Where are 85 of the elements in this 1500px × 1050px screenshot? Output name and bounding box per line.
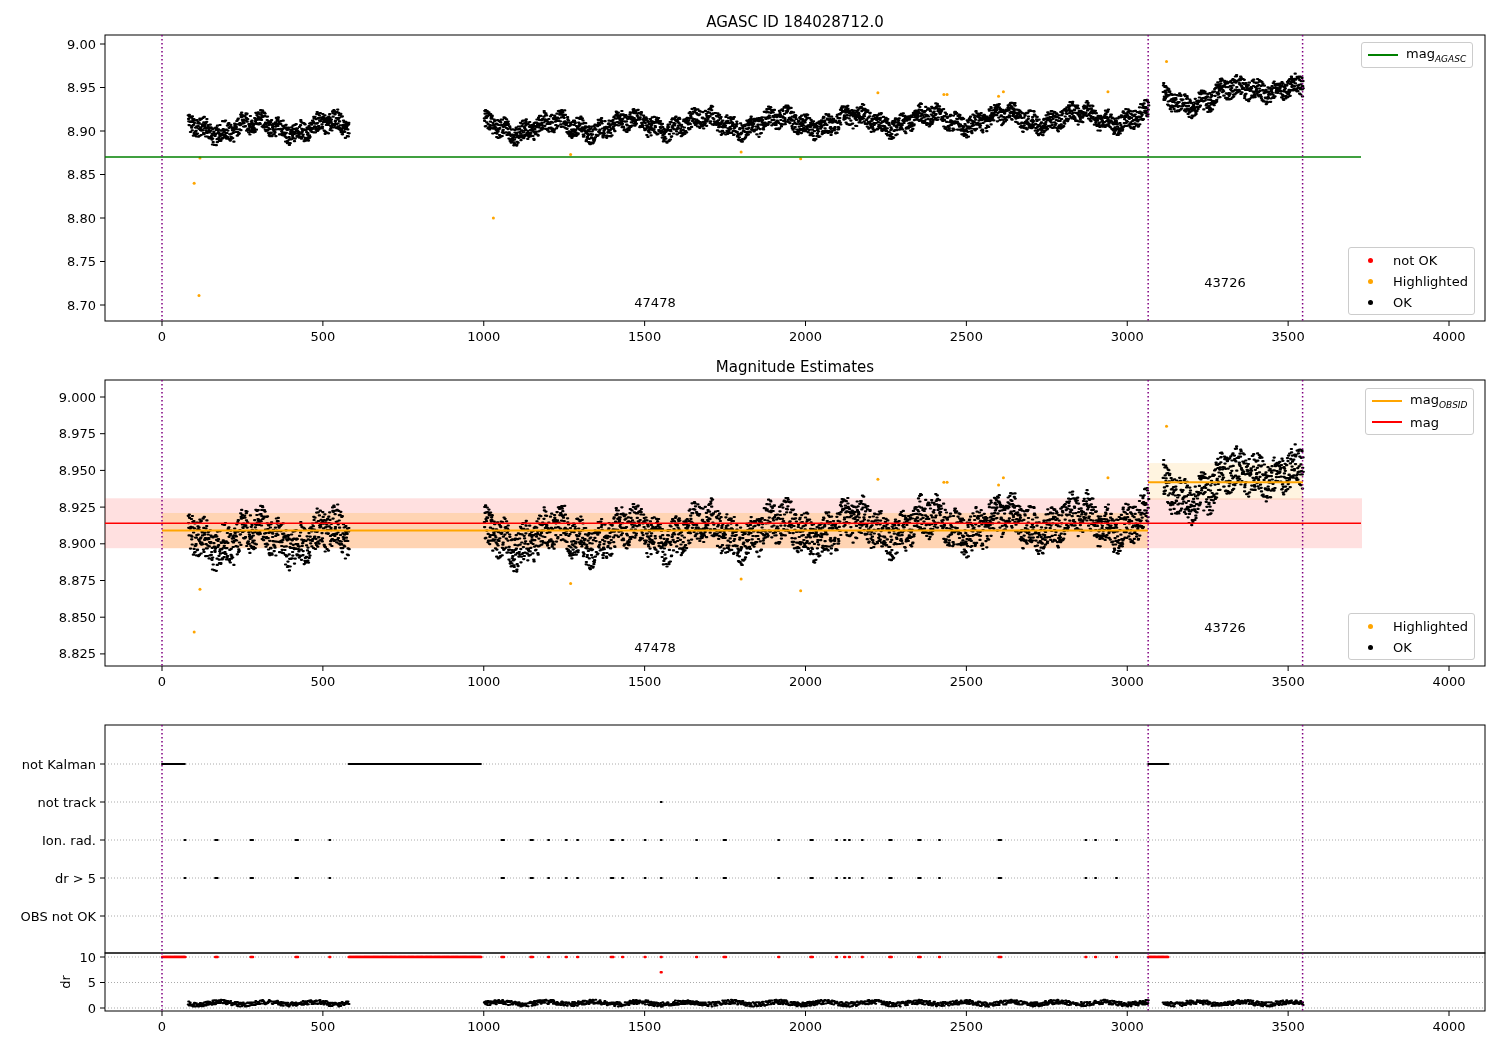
axis-tick-label: 500 xyxy=(310,674,336,689)
highlighted-point xyxy=(569,581,573,585)
axis-tick-label: 8.90 xyxy=(67,123,96,139)
axis-tick-label: 3500 xyxy=(1271,1019,1305,1034)
axis-tick-label: 500 xyxy=(310,329,336,344)
chart-title: Magnitude Estimates xyxy=(715,358,875,376)
highlighted-point xyxy=(1165,59,1168,63)
axis-tick-label: 4000 xyxy=(1432,674,1466,689)
axis-tick-label: 9.00 xyxy=(67,36,96,52)
highlighted-point xyxy=(1106,90,1110,94)
annotation-label: 47478 xyxy=(634,295,676,310)
axis-tick-label: 8.75 xyxy=(67,254,96,269)
axis-tick-label: 10 xyxy=(79,949,96,965)
axis-tick-label: 0 xyxy=(157,1019,167,1034)
axis-tick-label: 2000 xyxy=(788,674,823,689)
axis-tick-label: 5 xyxy=(87,975,96,990)
chart-title: AGASC ID 184028712.0 xyxy=(706,13,884,31)
highlighted-point xyxy=(876,91,880,95)
axis-tick-label: 8.95 xyxy=(67,80,96,95)
highlighted-point xyxy=(997,483,1001,487)
highlighted-point xyxy=(876,477,880,481)
axis-tick-label: 8.85 xyxy=(67,167,96,182)
axis-tick-label: 500 xyxy=(310,1019,336,1034)
annotation-label: 43726 xyxy=(1204,620,1246,635)
axis-tick-label: 2000 xyxy=(788,1019,823,1034)
axis-tick-label: 8.825 xyxy=(58,646,96,662)
axis-tick-label: 4000 xyxy=(1432,1019,1466,1034)
highlighted-point xyxy=(198,156,202,160)
axis-tick-label: Ion. rad. xyxy=(42,832,96,848)
axis-tick-label: not track xyxy=(37,794,96,810)
axis-tick-label: 9.000 xyxy=(58,389,96,405)
annotation-label: 43726 xyxy=(1204,275,1246,290)
axis-tick-label: 1000 xyxy=(467,674,501,689)
highlighted-point xyxy=(192,630,196,634)
axis-tick-label: 0 xyxy=(157,674,167,689)
axis-tick-label: 2500 xyxy=(949,674,983,689)
axis-tick-label: not Kalman xyxy=(21,756,96,772)
axis-tick-label: 1500 xyxy=(628,1019,662,1034)
highlighted-point xyxy=(1001,476,1005,480)
axis-tick-label: 3000 xyxy=(1110,674,1144,689)
highlighted-point xyxy=(197,293,201,297)
highlighted-point xyxy=(739,577,743,581)
axis-tick-label: 3500 xyxy=(1271,329,1305,344)
axis-tick-label: 1500 xyxy=(628,329,662,344)
axis-tick-label: 3000 xyxy=(1110,329,1144,344)
highlighted-point xyxy=(192,181,196,185)
axis-tick-label: 8.80 xyxy=(67,210,96,226)
axis-tick-label: 0 xyxy=(87,1000,96,1016)
legend-label: Highlighted xyxy=(1393,618,1468,634)
legend-label: Highlighted xyxy=(1393,273,1468,289)
highlighted-point xyxy=(799,589,803,593)
axis-tick-label: 3000 xyxy=(1110,1019,1144,1034)
axis-tick-label: 8.850 xyxy=(58,609,96,625)
legend-label: not OK xyxy=(1393,252,1438,268)
legend-label: OK xyxy=(1393,294,1412,310)
highlighted-point xyxy=(1106,476,1110,480)
axis-tick-label: dr > 5 xyxy=(54,870,96,886)
axis-tick-label: 8.70 xyxy=(67,297,96,313)
axis-tick-label: 2500 xyxy=(949,1019,983,1034)
axis-tick-label: OBS not OK xyxy=(20,908,96,924)
axis-tick-label: 0 xyxy=(157,329,167,344)
axis-tick-label: 2000 xyxy=(788,329,823,344)
highlighted-point xyxy=(198,587,202,591)
highlighted-point xyxy=(491,216,495,220)
legend-label: OK xyxy=(1393,639,1412,655)
axis-tick-label: 8.950 xyxy=(58,462,96,478)
highlighted-point xyxy=(739,150,743,154)
axis-tick-label: 1500 xyxy=(628,674,662,689)
highlighted-point xyxy=(799,157,803,161)
legend-label: mag xyxy=(1410,414,1439,430)
axis-tick-label: 8.975 xyxy=(58,426,96,442)
axis-tick-label: 8.925 xyxy=(58,499,96,515)
axis-tick-label: 3500 xyxy=(1271,674,1305,689)
highlighted-point xyxy=(569,153,573,156)
axis-tick-label: 8.875 xyxy=(58,573,96,588)
axis-tick-label: 8.900 xyxy=(58,536,96,552)
annotation-label: 47478 xyxy=(634,640,676,655)
axis-label: dr xyxy=(58,975,73,989)
legend-label: mag$_{OBSID}$ xyxy=(1410,392,1468,410)
axis-tick-label: 2500 xyxy=(949,329,983,344)
legend-label: mag$_{AGASC}$ xyxy=(1406,46,1467,64)
axis-tick-label: 1000 xyxy=(467,329,501,344)
highlighted-point xyxy=(1165,424,1168,428)
axis-tick-label: 1000 xyxy=(467,1019,501,1034)
axis-tick-label: 4000 xyxy=(1432,329,1466,344)
